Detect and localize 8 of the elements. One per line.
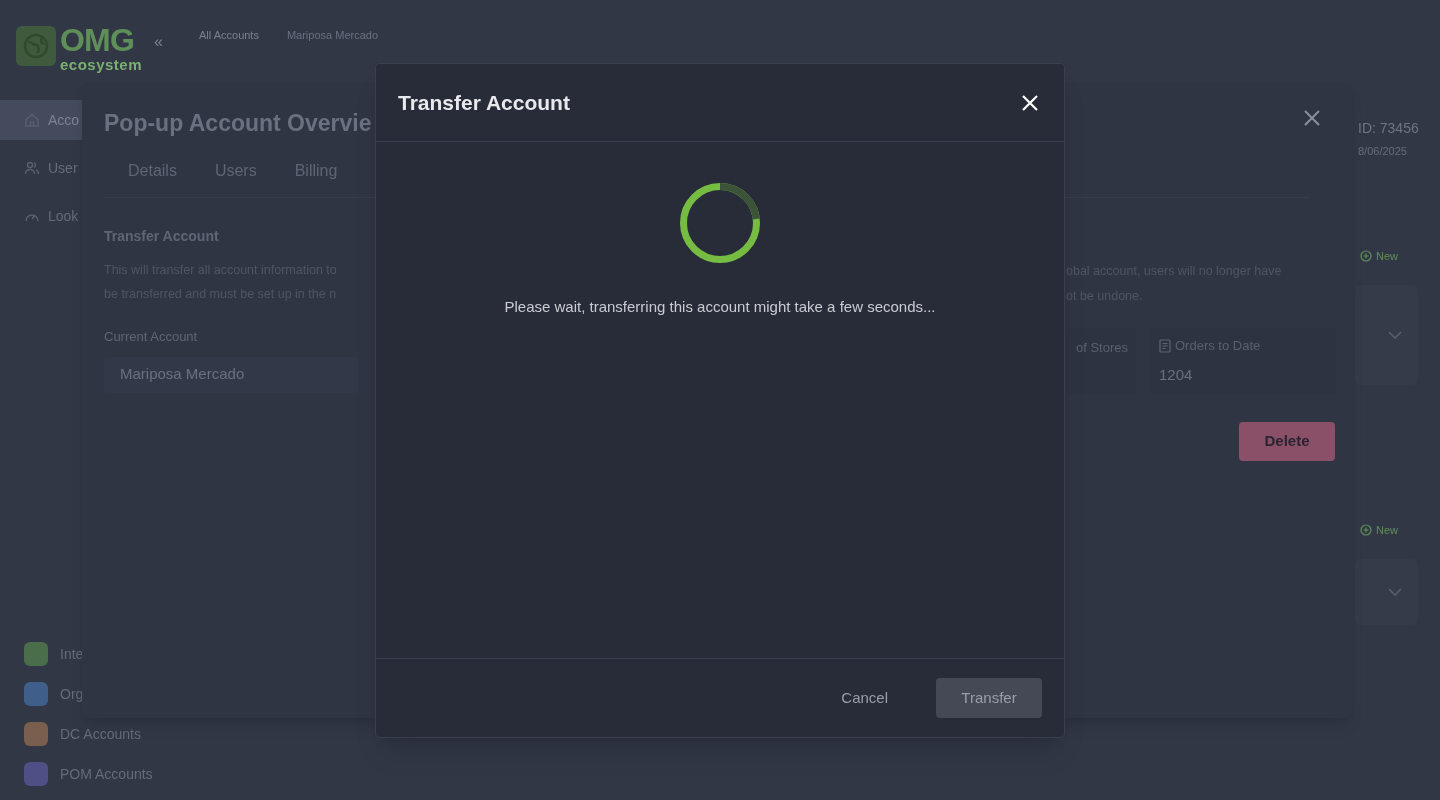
panel-title: Pop-up Account Overvie [104,109,372,138]
loading-message: Please wait, transferring this account might take a few seconds... [504,297,936,317]
account-id: ID: 73456 [1358,119,1419,138]
account-field: Mariposa Mercado [104,356,359,393]
logo-title: OMG [60,24,136,56]
modal-title: Transfer Account [398,89,570,116]
stat-value: 1204 [1159,364,1194,385]
logo-subtitle: ecosystem [60,56,143,74]
